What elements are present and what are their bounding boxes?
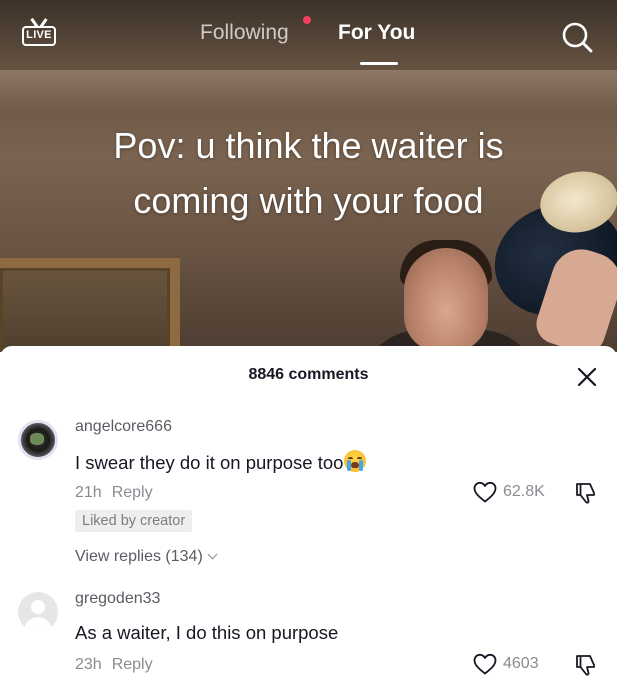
search-icon[interactable]	[560, 20, 594, 54]
comment-username[interactable]: gregoden33	[75, 590, 160, 608]
crying-face-emoji	[344, 450, 367, 472]
reply-button[interactable]: Reply	[112, 656, 153, 673]
view-replies-button[interactable]: View replies (134)	[75, 548, 218, 566]
heart-icon	[473, 653, 497, 675]
video-scene-ceiling	[0, 70, 617, 110]
video-caption-line1: Pov: u think the waiter is	[113, 125, 504, 166]
comment-text-body: I swear they do it on purpose too	[75, 452, 344, 473]
active-tab-indicator	[360, 62, 398, 65]
live-icon[interactable]: LIVE	[22, 18, 58, 50]
chevron-down-icon	[207, 549, 218, 560]
heart-icon	[473, 481, 497, 503]
comment-username[interactable]: angelcore666	[75, 418, 172, 436]
like-count: 4603	[503, 655, 539, 672]
dislike-icon[interactable]	[573, 480, 599, 506]
comments-panel: 8846 comments angelcore666 I swear they …	[0, 346, 617, 680]
video-player[interactable]: Pov: u think the waiter is coming with y…	[0, 0, 617, 352]
video-scene-person-head	[404, 248, 488, 352]
default-avatar-head	[31, 600, 45, 614]
video-caption-line2: coming with your food	[133, 180, 484, 221]
comment-text: I swear they do it on purpose too	[75, 450, 367, 474]
reply-button[interactable]: Reply	[112, 484, 153, 501]
comment-text: As a waiter, I do this on purpose	[75, 622, 339, 643]
live-label: LIVE	[22, 26, 56, 46]
notification-dot	[303, 16, 311, 24]
top-navigation: LIVE Following For You	[0, 0, 617, 70]
video-scene-picture-frame	[0, 258, 180, 352]
comment-time: 23h	[75, 656, 102, 673]
liked-by-creator-badge: Liked by creator	[75, 510, 193, 532]
comment-meta: 21h Reply	[75, 484, 153, 502]
video-caption: Pov: u think the waiter is coming with y…	[0, 118, 617, 228]
view-replies-label: View replies (134)	[75, 548, 203, 565]
default-avatar-body	[24, 617, 52, 632]
comment-time: 21h	[75, 484, 102, 501]
tab-following[interactable]: Following	[200, 21, 289, 45]
close-icon[interactable]	[576, 366, 598, 388]
comment-meta: 23h Reply	[75, 656, 153, 674]
tab-for-you[interactable]: For You	[338, 21, 415, 45]
comments-count: 8846 comments	[248, 366, 369, 383]
avatar[interactable]	[18, 420, 58, 460]
dislike-icon[interactable]	[573, 652, 599, 678]
like-count: 62.8K	[503, 483, 545, 500]
avatar[interactable]	[18, 592, 58, 632]
